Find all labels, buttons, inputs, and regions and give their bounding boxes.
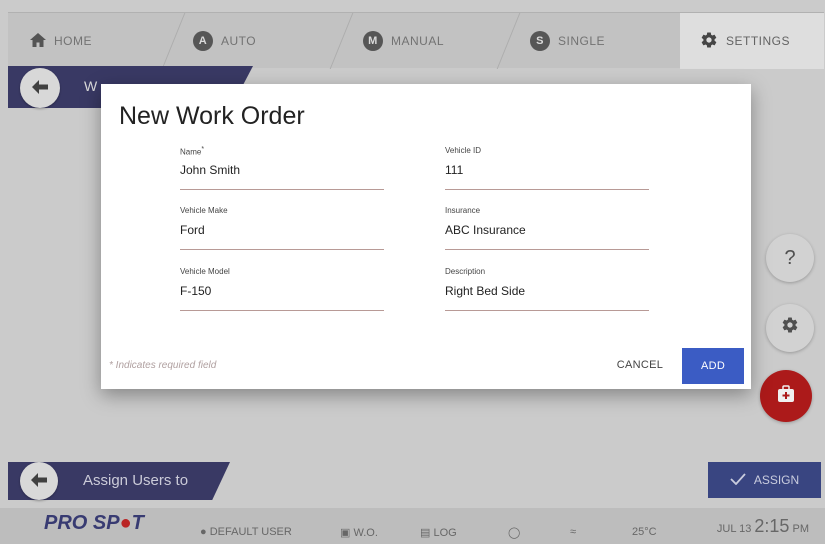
vehicle-model-value[interactable]: F-150 xyxy=(180,284,211,298)
vehicle-model-field[interactable]: Vehicle Model F-150 xyxy=(180,267,384,311)
vehicle-make-value[interactable]: Ford xyxy=(180,223,205,237)
vehicle-id-label: Vehicle ID xyxy=(445,146,482,155)
insurance-label: Insurance xyxy=(445,206,481,215)
required-mark: * xyxy=(201,146,205,153)
name-label-text: Name xyxy=(180,147,202,157)
description-field[interactable]: Description Right Bed Side xyxy=(445,267,649,311)
vehicle-make-field[interactable]: Vehicle Make Ford xyxy=(180,206,384,250)
name-field-label: Name* xyxy=(180,146,204,157)
vehicle-id-value[interactable]: 111 xyxy=(445,163,463,177)
vehicle-model-label: Vehicle Model xyxy=(180,267,230,276)
vehicle-make-label: Vehicle Make xyxy=(180,206,228,215)
name-field-value[interactable]: John Smith xyxy=(180,163,240,177)
dialog-title: New Work Order xyxy=(119,102,305,130)
cancel-button[interactable]: CANCEL xyxy=(605,348,675,382)
required-field-note: * Indicates required field xyxy=(109,360,217,371)
add-button[interactable]: ADD xyxy=(682,348,744,384)
vehicle-id-field[interactable]: Vehicle ID 111 xyxy=(445,146,649,190)
new-work-order-dialog: New Work Order Name* John Smith Vehicle … xyxy=(101,84,751,389)
description-label: Description xyxy=(445,267,486,276)
insurance-value[interactable]: ABC Insurance xyxy=(445,223,526,237)
description-value[interactable]: Right Bed Side xyxy=(445,284,525,298)
name-field[interactable]: Name* John Smith xyxy=(180,146,384,190)
insurance-field[interactable]: Insurance ABC Insurance xyxy=(445,206,649,250)
